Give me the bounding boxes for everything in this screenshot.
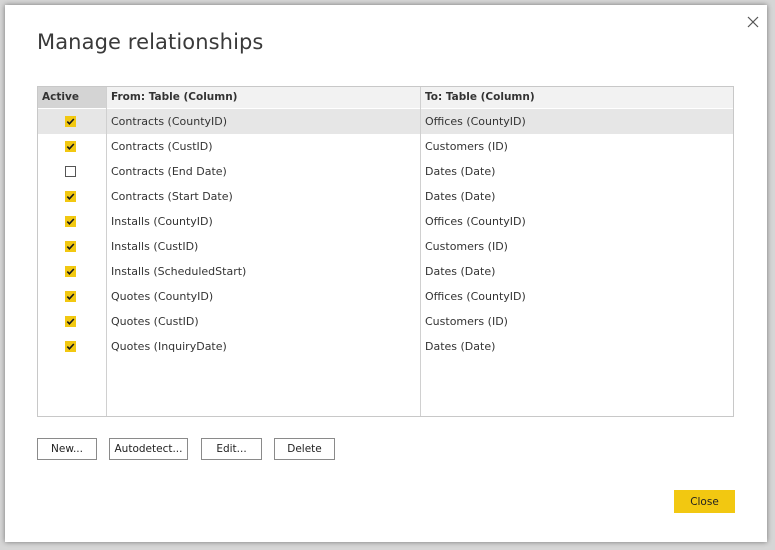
active-checkbox[interactable] — [65, 116, 76, 127]
from-cell: Contracts (End Date) — [111, 165, 227, 178]
active-checkbox[interactable] — [65, 166, 76, 177]
table-row[interactable]: Contracts (End Date) Dates (Date) — [38, 159, 733, 184]
checkmark-icon — [66, 243, 75, 250]
autodetect-button[interactable]: Autodetect... — [109, 438, 188, 460]
from-cell: Quotes (InquiryDate) — [111, 340, 227, 353]
from-cell: Installs (CountyID) — [111, 215, 213, 228]
checkmark-icon — [66, 218, 75, 225]
close-icon[interactable] — [742, 11, 764, 33]
edit-button[interactable]: Edit... — [201, 438, 262, 460]
table-row[interactable]: Installs (ScheduledStart) Dates (Date) — [38, 259, 733, 284]
column-divider — [420, 87, 421, 416]
table-row[interactable]: Quotes (CustID) Customers (ID) — [38, 309, 733, 334]
active-checkbox[interactable] — [65, 141, 76, 152]
from-cell: Quotes (CustID) — [111, 315, 199, 328]
to-cell: Offices (CountyID) — [425, 290, 526, 303]
to-cell: Customers (ID) — [425, 140, 508, 153]
to-cell: Offices (CountyID) — [425, 115, 526, 128]
checkmark-icon — [66, 343, 75, 350]
checkmark-icon — [66, 143, 75, 150]
active-checkbox[interactable] — [65, 291, 76, 302]
table-row[interactable]: Quotes (InquiryDate) Dates (Date) — [38, 334, 733, 359]
table-row[interactable]: Installs (CustID) Customers (ID) — [38, 234, 733, 259]
active-checkbox[interactable] — [65, 341, 76, 352]
to-cell: Customers (ID) — [425, 315, 508, 328]
from-cell: Contracts (CountyID) — [111, 115, 228, 128]
to-cell: Customers (ID) — [425, 240, 508, 253]
active-checkbox[interactable] — [65, 316, 76, 327]
active-checkbox[interactable] — [65, 191, 76, 202]
to-cell: Dates (Date) — [425, 340, 496, 353]
close-button[interactable]: Close — [674, 490, 735, 513]
to-cell: Dates (Date) — [425, 190, 496, 203]
column-divider — [106, 87, 107, 416]
manage-relationships-dialog: Manage relationships Active From: Table … — [5, 5, 767, 542]
table-row[interactable]: Contracts (CountyID) Offices (CountyID) — [38, 109, 733, 134]
dialog-title: Manage relationships — [37, 30, 264, 54]
from-cell: Installs (CustID) — [111, 240, 199, 253]
checkmark-icon — [66, 318, 75, 325]
to-cell: Dates (Date) — [425, 165, 496, 178]
relationships-table: Active From: Table (Column) To: Table (C… — [37, 86, 734, 417]
from-cell: Contracts (CustID) — [111, 140, 213, 153]
to-cell: Dates (Date) — [425, 265, 496, 278]
active-checkbox[interactable] — [65, 216, 76, 227]
checkmark-icon — [66, 118, 75, 125]
table-row[interactable]: Contracts (Start Date) Dates (Date) — [38, 184, 733, 209]
delete-button[interactable]: Delete — [274, 438, 335, 460]
from-cell: Quotes (CountyID) — [111, 290, 214, 303]
checkmark-icon — [66, 268, 75, 275]
table-row[interactable]: Contracts (CustID) Customers (ID) — [38, 134, 733, 159]
from-cell: Contracts (Start Date) — [111, 190, 233, 203]
table-header: Active From: Table (Column) To: Table (C… — [38, 87, 733, 108]
table-row[interactable]: Quotes (CountyID) Offices (CountyID) — [38, 284, 733, 309]
from-cell: Installs (ScheduledStart) — [111, 265, 247, 278]
column-header-to[interactable]: To: Table (Column) — [421, 87, 733, 108]
new-button[interactable]: New... — [37, 438, 97, 460]
column-header-active[interactable]: Active — [38, 87, 106, 108]
active-checkbox[interactable] — [65, 241, 76, 252]
checkmark-icon — [66, 193, 75, 200]
checkmark-icon — [66, 293, 75, 300]
to-cell: Offices (CountyID) — [425, 215, 526, 228]
active-checkbox[interactable] — [65, 266, 76, 277]
column-header-from[interactable]: From: Table (Column) — [107, 87, 421, 108]
table-row[interactable]: Installs (CountyID) Offices (CountyID) — [38, 209, 733, 234]
